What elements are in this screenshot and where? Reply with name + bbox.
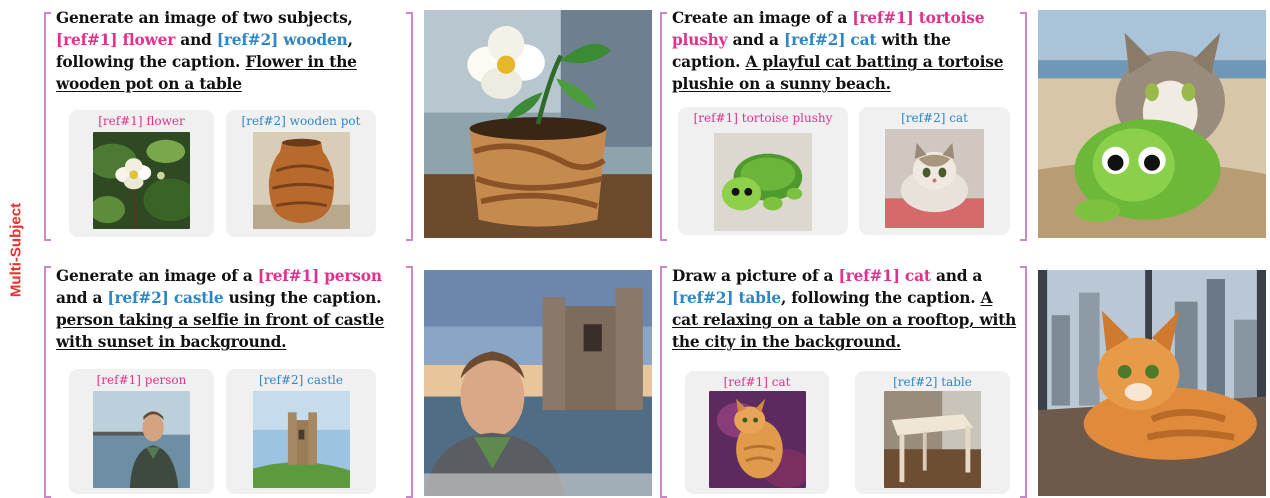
ref1-token: [ref#1] cat [838,267,931,285]
side-label: Multi-Subject [4,150,28,350]
bracket-left [44,266,51,498]
prompt-prefix: Create an image of a [672,9,853,27]
output-image-cat-tortoise [1038,10,1266,238]
ref1-label: [ref#1] person [96,373,187,387]
prompt-joiner: and a [727,31,784,49]
prompt-prefix: Draw a picture of a [672,267,839,285]
ref1-card: [ref#1] flower [69,110,214,237]
ref1-image-flower [93,132,190,229]
prompt-joiner: and a [930,267,983,285]
prompt-prefix: Generate an image of two subjects, [56,9,353,27]
prompt-text: Draw a picture of a [ref#1] cat and a [r… [672,265,1022,353]
prompt-text: Create an image of a [ref#1] tortoise pl… [672,7,1022,95]
ref1-image-cat [709,391,806,488]
bracket-right [406,12,413,241]
ref2-image-table [884,391,981,488]
bracket-left [44,12,51,241]
bracket-left [660,12,667,241]
ref2-card: [ref#2] wooden pot [226,110,376,237]
side-label-text: Multi-Subject [7,202,25,298]
ref1-label: [ref#1] cat [723,375,791,389]
ref2-token: [ref#2] wooden [216,31,348,49]
ref1-token: [ref#1] flower [56,31,176,49]
bracket-left [660,266,667,498]
prompt-middle: , following the caption. [780,289,981,307]
caption-text: person taking a selfie in front of castl… [56,311,385,351]
ref2-token: [ref#2] table [672,289,781,307]
ref2-label: [ref#2] wooden pot [241,114,361,128]
prompt-prefix: Generate an image of a [56,267,258,285]
prompt-middle: using the caption. [223,289,382,307]
output-image-cat-rooftop [1038,270,1266,496]
ref1-token: [ref#1] person [257,267,382,285]
ref2-card: [ref#2] castle [226,369,376,494]
ref2-token: [ref#2] castle [107,289,224,307]
ref1-label: [ref#1] flower [98,114,185,128]
prompt-joiner: and a [56,289,108,307]
ref2-card: [ref#2] table [855,371,1010,494]
output-image-flower-pot [424,10,652,238]
ref2-label: [ref#2] castle [259,373,343,387]
ref2-image-castle [253,391,350,488]
ref2-token: [ref#2] cat [783,31,877,49]
ref1-label: [ref#1] tortoise plushy [693,111,833,125]
prompt-text: Generate an image of two subjects, [ref#… [56,7,406,95]
ref1-card: [ref#1] cat [685,371,829,494]
ref1-card: [ref#1] tortoise plushy [678,107,848,235]
ref2-image-wooden-pot [253,132,350,229]
ref2-card: [ref#2] cat [859,107,1010,235]
ref2-image-cat [885,129,984,228]
ref1-image-tortoise-plushy [714,133,812,231]
ref2-label: [ref#2] cat [901,111,968,125]
ref1-image-person [93,391,190,488]
output-image-selfie-castle [424,270,652,496]
ref2-label: [ref#2] table [893,375,972,389]
ref1-card: [ref#1] person [69,369,214,494]
prompt-text: Generate an image of a [ref#1] person an… [56,265,416,353]
prompt-joiner: and [175,31,217,49]
